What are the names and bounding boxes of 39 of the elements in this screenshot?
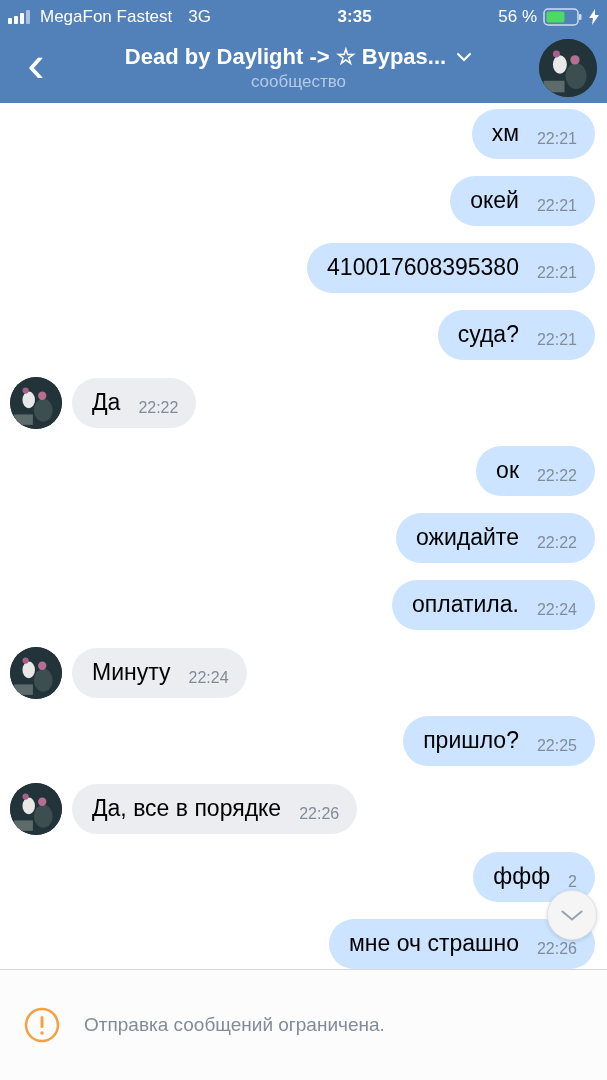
message-time: 22:22 [536,466,577,485]
message-time: 22:21 [536,129,577,148]
message-time: 22:22 [138,398,179,417]
network-type: 3G [188,7,211,27]
restriction-notice: Отправка сообщений ограничена. [84,1013,385,1036]
chevron-down-icon[interactable] [456,52,473,63]
chat-subtitle: сообщество [250,72,347,93]
message-text: окей [470,187,519,214]
message-time: 22:26 [536,939,577,958]
message-text: ок [496,457,519,484]
message-text: Да [92,389,121,416]
message-text: мне оч страшно [349,930,519,957]
message-text: ффф [493,863,551,890]
message-text: хм [491,120,519,147]
message-time: 22:21 [536,330,577,349]
chevron-down-icon [560,908,584,922]
message-time: 22:25 [536,736,577,755]
clock: 3:35 [337,7,372,27]
message-time: 22:21 [536,196,577,215]
message-time: 22:22 [536,533,577,552]
message-text: суда? [457,321,519,348]
back-button[interactable]: ‹ [14,38,58,99]
message-time: 22:21 [536,263,577,282]
message-text: Да, все в порядке [92,795,282,822]
warning-icon [24,1006,60,1043]
message-text: ожидайте [416,524,519,551]
message-time: 22:26 [299,804,340,823]
chat-title: Dead by Daylight -> ☆ Bypas... [124,44,447,71]
message-text: 410017608395380 [327,254,519,281]
message-text: оплатила. [412,591,519,618]
battery-icon [543,8,583,26]
message-time: 22:24 [188,668,229,687]
message-time: 22:24 [536,600,577,619]
message-text: Минуту [92,659,171,686]
message-time: 2 [568,872,577,891]
carrier-name: MegaFon Fastest [40,7,173,27]
message-text: пришло? [423,727,519,754]
charging-icon [589,9,599,25]
battery-percent: 56 % [498,7,537,27]
